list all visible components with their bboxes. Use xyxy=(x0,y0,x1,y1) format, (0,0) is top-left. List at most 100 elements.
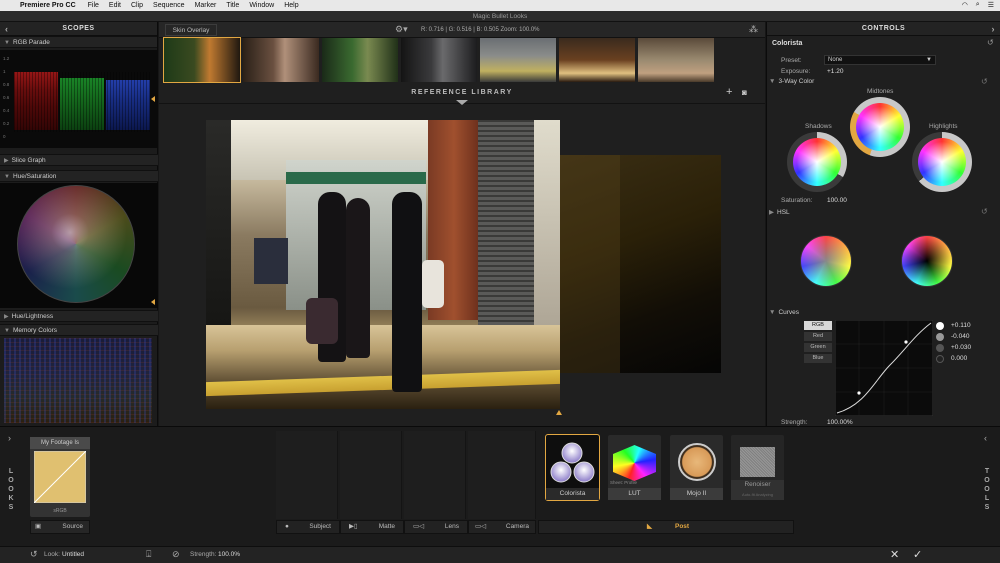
curve-rgb-button[interactable]: RGB xyxy=(804,321,832,330)
reference-thumbnail[interactable] xyxy=(480,38,556,82)
reference-thumbnail[interactable] xyxy=(243,38,319,82)
menu-file[interactable]: File xyxy=(88,2,99,9)
collapse-left-icon[interactable]: ‹ xyxy=(5,22,9,36)
reset-three-way-icon[interactable]: ↺ xyxy=(981,77,988,86)
menu-help[interactable]: Help xyxy=(284,2,298,9)
wifi-icon[interactable]: ◠ xyxy=(962,1,968,9)
spotlight-icon[interactable]: ⌕ xyxy=(976,1,980,9)
reset-hsl-icon[interactable]: ↺ xyxy=(981,207,988,216)
section-curves[interactable]: ▼ Curves xyxy=(769,309,799,316)
controls-header: CONTROLS › xyxy=(767,22,1000,36)
camera-icon: ▭◁ xyxy=(475,523,487,530)
section-hsl[interactable]: ▶ HSL xyxy=(769,208,790,216)
curve-value-green: +0.030 xyxy=(951,344,972,351)
exposure-value[interactable]: +1.20 xyxy=(827,68,843,75)
colorista-tool-label: Colorista xyxy=(546,488,599,500)
menu-sequence[interactable]: Sequence xyxy=(153,2,185,9)
source-category[interactable]: ▣ Source xyxy=(30,520,90,534)
add-icon[interactable]: + xyxy=(726,86,732,98)
section-slice-graph[interactable]: ▶ Slice Graph xyxy=(0,154,158,166)
exposure-label: Exposure: xyxy=(781,68,811,75)
renoiser-tool[interactable]: Renoiser Auto-fit Analyzing xyxy=(731,435,784,500)
skin-overlay-button[interactable]: Skin Overlay xyxy=(165,24,217,36)
hsl-lightness-wheel[interactable] xyxy=(901,235,953,287)
split-handle-icon[interactable] xyxy=(556,410,562,415)
gear-icon[interactable]: ⚙▾ xyxy=(395,24,408,35)
parade-tick-label: 0.8 xyxy=(3,82,10,87)
list-icon[interactable]: ☰ xyxy=(988,1,994,9)
strength-label: Strength: xyxy=(781,419,808,426)
lut-cube-icon xyxy=(613,445,656,481)
strength-value[interactable]: 100.00% xyxy=(827,419,853,426)
reset-icon[interactable]: ↺ xyxy=(987,38,994,47)
curve-red-button[interactable]: Red xyxy=(804,332,832,341)
camera-icon[interactable]: ◙ xyxy=(742,88,747,97)
parade-tick-label: 1 xyxy=(3,69,6,74)
shadows-label: Shadows xyxy=(805,123,832,130)
section-rgb-parade[interactable]: ▼ RGB Parade xyxy=(0,36,157,48)
reference-thumbnail[interactable] xyxy=(401,38,477,82)
curves-graph[interactable] xyxy=(835,320,933,416)
subject-category[interactable]: ● Subject xyxy=(276,520,340,534)
midtones-wheel[interactable] xyxy=(850,97,910,157)
curve-green-button[interactable]: Green xyxy=(804,343,832,352)
reference-thumbnail[interactable] xyxy=(163,37,241,83)
rgb-parade-scope: 1.2 1 0.8 0.6 0.4 0.2 0 xyxy=(0,50,158,148)
looks-label[interactable]: LOOKS xyxy=(6,467,16,512)
reference-thumbnail[interactable] xyxy=(638,38,714,82)
highlights-wheel[interactable] xyxy=(912,132,972,192)
hue-marker-icon[interactable] xyxy=(151,299,155,305)
lens-category[interactable]: ▭◁ Lens xyxy=(404,520,468,534)
saturation-value[interactable]: 100.00 xyxy=(827,197,847,204)
save-look-icon[interactable]: ⍗ xyxy=(146,549,151,560)
strength-status-value[interactable]: 100.0% xyxy=(218,551,240,558)
parade-tick-label: 0 xyxy=(3,134,6,139)
lens-icon: ▭◁ xyxy=(413,523,425,530)
library-toggle-icon[interactable] xyxy=(456,100,468,105)
menu-title[interactable]: Title xyxy=(226,2,239,9)
menu-edit[interactable]: Edit xyxy=(109,2,121,9)
compare-image[interactable] xyxy=(560,155,721,373)
look-name[interactable]: Untitled xyxy=(62,551,84,558)
reference-thumbnail[interactable] xyxy=(322,38,398,82)
parade-tick-label: 0.4 xyxy=(3,108,10,113)
reset-look-icon[interactable]: ↺ xyxy=(30,549,38,560)
matte-category[interactable]: ▶▯ Matte xyxy=(340,520,404,534)
dots-icon[interactable]: ⁂ xyxy=(749,24,758,35)
parade-tick-label: 0.6 xyxy=(3,95,10,100)
lut-tool[interactable]: Sheet: Profile LUT xyxy=(608,435,661,500)
chevron-down-icon: ▼ xyxy=(926,57,932,63)
mojo-tool[interactable]: Mojo II xyxy=(670,435,723,500)
section-memory-colors[interactable]: ▼ Memory Colors xyxy=(0,324,158,336)
expand-right-icon[interactable]: ‹ xyxy=(984,433,987,443)
preset-label: Preset: xyxy=(781,57,802,64)
curve-blue-button[interactable]: Blue xyxy=(804,354,832,363)
menu-clip[interactable]: Clip xyxy=(131,2,143,9)
menu-window[interactable]: Window xyxy=(249,2,274,9)
parade-marker-icon[interactable] xyxy=(151,96,155,102)
bypass-icon[interactable]: ⊘ xyxy=(172,549,180,560)
hsl-hue-wheel[interactable] xyxy=(800,235,852,287)
section-hue-lightness[interactable]: ▶ Hue/Lightness xyxy=(0,310,158,322)
cancel-icon[interactable]: ✕ xyxy=(890,548,899,561)
menu-marker[interactable]: Marker xyxy=(195,2,217,9)
preview-image[interactable] xyxy=(206,120,560,409)
post-icon: ◣ xyxy=(647,523,652,530)
collapse-right-icon[interactable]: › xyxy=(992,22,996,36)
expand-left-icon[interactable]: › xyxy=(8,433,11,443)
shadows-wheel[interactable] xyxy=(787,132,847,192)
tools-label[interactable]: TOOLS xyxy=(982,467,992,512)
triangle-right-icon: ▶ xyxy=(4,314,9,320)
person-icon: ● xyxy=(285,523,289,530)
camera-category[interactable]: ▭◁ Camera xyxy=(468,520,536,534)
post-category[interactable]: ◣ Post xyxy=(538,520,794,534)
preset-select[interactable]: None ▼ xyxy=(824,55,936,65)
source-tool[interactable]: My Footage Is sRGB xyxy=(30,437,90,517)
confirm-icon[interactable]: ✓ xyxy=(913,548,922,561)
section-three-way[interactable]: ▼ 3-Way Color xyxy=(769,78,814,85)
app-menu[interactable]: Premiere Pro CC xyxy=(20,2,76,9)
scopes-header: ‹ SCOPES xyxy=(0,22,157,36)
reference-thumbnail[interactable] xyxy=(559,38,635,82)
section-hue-saturation[interactable]: ▼ Hue/Saturation xyxy=(0,170,158,182)
colorista-tool[interactable]: Colorista xyxy=(545,434,600,501)
